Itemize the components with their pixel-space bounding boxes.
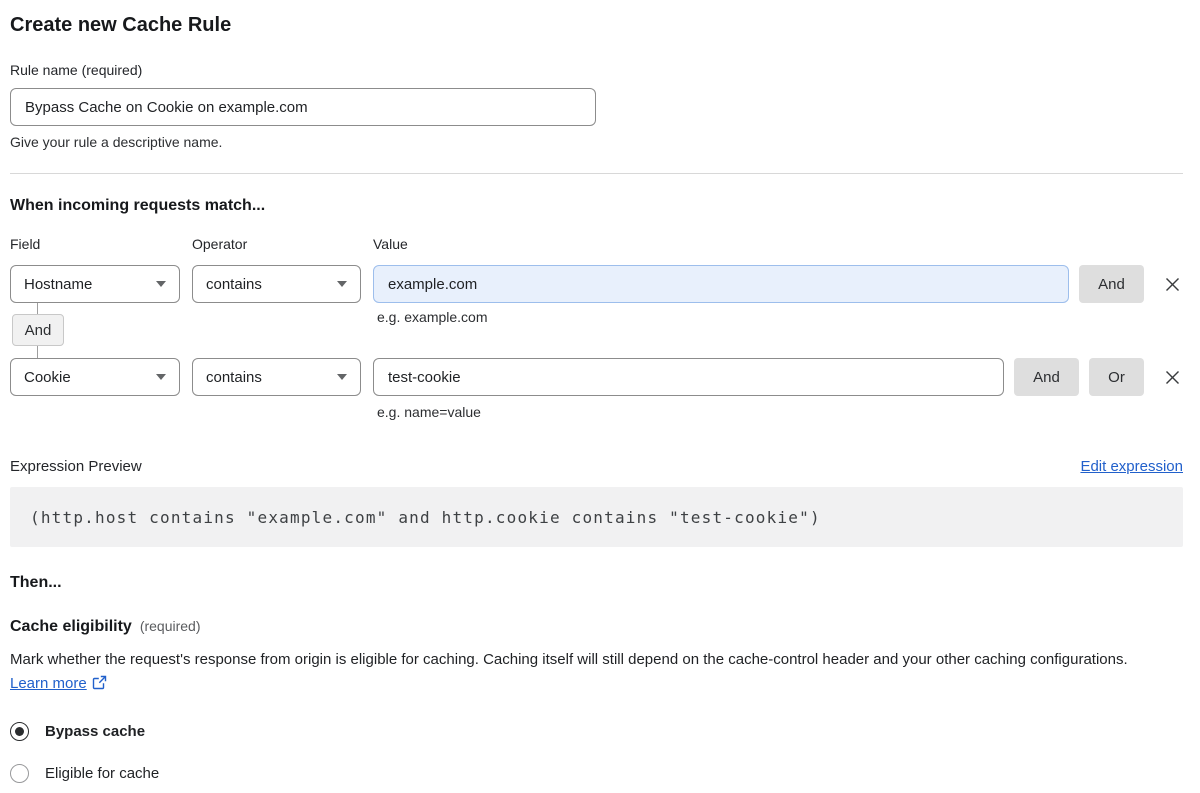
cache-eligibility-heading: Cache eligibility (required): [10, 618, 1183, 636]
field-dropdown-value: Cookie: [24, 368, 71, 386]
chevron-down-icon: [337, 374, 347, 380]
rule-name-helper: Give your rule a descriptive name.: [10, 134, 223, 150]
bypass-cache-label: Bypass cache: [45, 723, 146, 740]
section-divider: [10, 173, 1183, 174]
rule-name-label: Rule name (required): [10, 62, 143, 78]
cache-eligibility-description: Mark whether the request's response from…: [10, 648, 1170, 698]
chevron-down-icon: [337, 281, 347, 287]
and-button[interactable]: And: [1014, 358, 1079, 396]
description-text: Mark whether the request's response from…: [10, 651, 1128, 668]
edit-expression-link[interactable]: Edit expression: [1080, 458, 1183, 475]
operator-dropdown[interactable]: contains: [192, 265, 361, 303]
value-column-label: Value: [373, 236, 408, 252]
field-dropdown[interactable]: Hostname: [10, 265, 180, 303]
cache-eligibility-label: Cache eligibility: [10, 618, 132, 635]
page-title: Create new Cache Rule: [10, 14, 232, 36]
field-dropdown-value: Hostname: [24, 275, 93, 293]
create-cache-rule-page: Create new Cache Rule Rule name (require…: [0, 0, 1200, 783]
learn-more-link[interactable]: Learn more: [10, 675, 87, 692]
bypass-cache-option[interactable]: Bypass cache: [10, 722, 1183, 741]
required-note: (required): [139, 618, 201, 634]
chevron-down-icon: [156, 374, 166, 380]
operator-column-label: Operator: [192, 236, 248, 252]
then-heading: Then...: [10, 574, 62, 591]
condition-column-labels: Field Operator Value: [10, 236, 1183, 252]
expression-code: (http.host contains "example.com" and ht…: [30, 507, 821, 527]
eligible-for-cache-option[interactable]: Eligible for cache: [10, 764, 1183, 783]
expression-preview-box: (http.host contains "example.com" and ht…: [10, 487, 1183, 547]
value-input[interactable]: [373, 358, 1004, 396]
radio-selected-icon[interactable]: [10, 722, 29, 741]
value-hint: e.g. name=value: [377, 404, 481, 420]
condition-row: Cookie contains And Or: [10, 358, 1183, 396]
value-input[interactable]: [373, 265, 1069, 303]
radio-unselected-icon[interactable]: [10, 764, 29, 783]
remove-condition-button[interactable]: [1161, 366, 1183, 388]
operator-dropdown-value: contains: [206, 275, 262, 293]
operator-dropdown-value: contains: [206, 368, 262, 386]
x-icon: [1165, 370, 1179, 384]
match-section-heading: When incoming requests match...: [10, 197, 266, 214]
and-button[interactable]: And: [1079, 265, 1144, 303]
field-column-label: Field: [10, 236, 41, 252]
rule-name-input[interactable]: [10, 88, 596, 126]
eligible-for-cache-label: Eligible for cache: [45, 765, 160, 782]
condition-connector-zone: And e.g. example.com: [10, 303, 1183, 358]
connector-and-button[interactable]: And: [12, 314, 64, 346]
remove-condition-button[interactable]: [1161, 273, 1183, 295]
chevron-down-icon: [156, 281, 166, 287]
x-icon: [1165, 277, 1179, 291]
operator-dropdown[interactable]: contains: [192, 358, 361, 396]
expression-preview-label: Expression Preview: [10, 458, 142, 475]
field-dropdown[interactable]: Cookie: [10, 358, 180, 396]
value-hint: e.g. example.com: [377, 309, 488, 325]
or-button[interactable]: Or: [1089, 358, 1144, 396]
expression-preview-header: Expression Preview Edit expression: [10, 458, 1183, 475]
condition-row: Hostname contains And: [10, 265, 1183, 303]
external-link-icon: [92, 674, 107, 698]
